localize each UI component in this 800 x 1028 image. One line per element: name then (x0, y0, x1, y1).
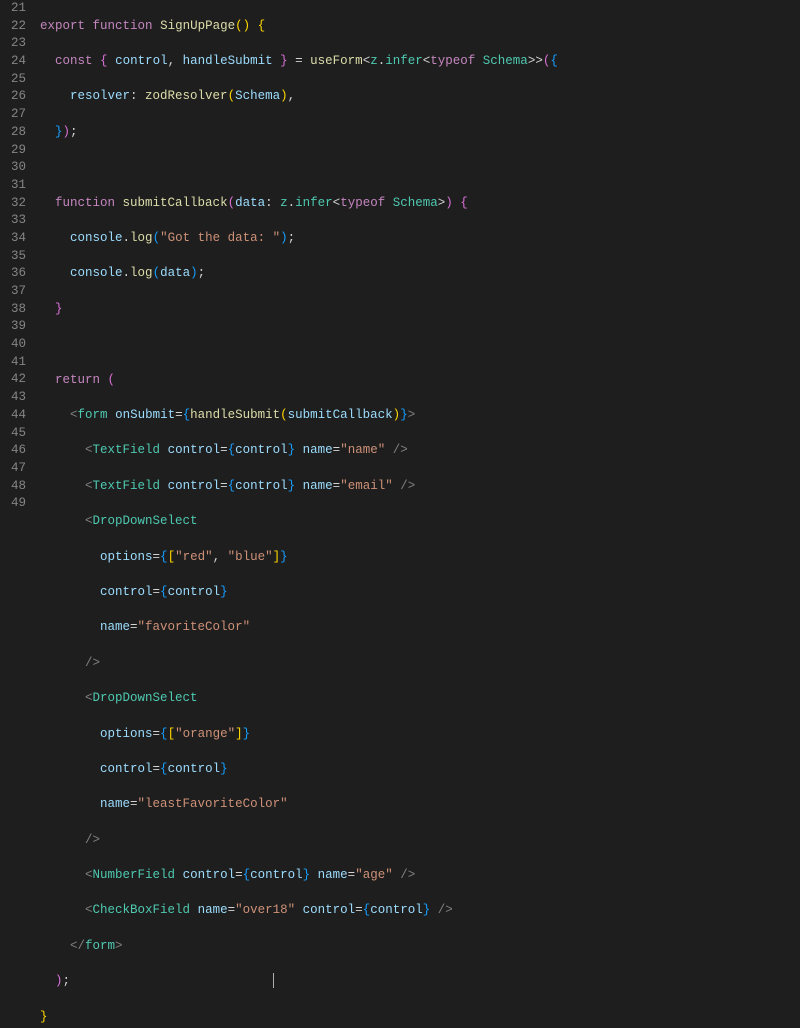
line-number: 41 (0, 354, 26, 372)
code-line[interactable]: resolver: zodResolver(Schema), (40, 88, 800, 106)
code-line[interactable]: </form> (40, 938, 800, 956)
code-line[interactable]: options={["orange"]} (40, 726, 800, 744)
code-line[interactable]: function submitCallback(data: z.infer<ty… (40, 195, 800, 213)
line-number: 39 (0, 318, 26, 336)
code-line[interactable]: console.log("Got the data: "); (40, 230, 800, 248)
code-line[interactable]: options={["red", "blue"]} (40, 549, 800, 567)
code-line[interactable]: } (40, 301, 800, 319)
code-line[interactable]: return ( (40, 372, 800, 390)
code-line[interactable]: control={control} (40, 584, 800, 602)
line-number: 29 (0, 142, 26, 160)
code-line[interactable]: name="leastFavoriteColor" (40, 796, 800, 814)
line-number: 48 (0, 478, 26, 496)
code-line[interactable]: /> (40, 832, 800, 850)
line-number: 34 (0, 230, 26, 248)
line-number: 21 (0, 0, 26, 18)
code-line[interactable]: <DropDownSelect (40, 513, 800, 531)
code-line[interactable]: <form onSubmit={handleSubmit(submitCallb… (40, 407, 800, 425)
line-number: 25 (0, 71, 26, 89)
code-editor[interactable]: 2122232425262728293031323334353637383940… (0, 0, 800, 514)
line-number: 37 (0, 283, 26, 301)
line-number: 35 (0, 248, 26, 266)
code-area[interactable]: export function SignUpPage() { const { c… (40, 0, 800, 514)
line-number: 28 (0, 124, 26, 142)
line-number: 24 (0, 53, 26, 71)
text-cursor-icon (273, 973, 274, 988)
code-line[interactable]: /> (40, 655, 800, 673)
code-line[interactable]: export function SignUpPage() { (40, 18, 800, 36)
code-line[interactable]: <TextField control={control} name="name"… (40, 442, 800, 460)
code-line[interactable]: <CheckBoxField name="over18" control={co… (40, 902, 800, 920)
line-number: 36 (0, 265, 26, 283)
line-number: 31 (0, 177, 26, 195)
code-line[interactable] (40, 336, 800, 354)
line-number: 26 (0, 88, 26, 106)
line-number: 43 (0, 389, 26, 407)
line-number: 47 (0, 460, 26, 478)
code-line[interactable] (40, 159, 800, 177)
code-line[interactable]: } (40, 1009, 800, 1027)
code-line[interactable]: <TextField control={control} name="email… (40, 478, 800, 496)
line-number: 22 (0, 18, 26, 36)
line-number: 42 (0, 371, 26, 389)
line-number: 23 (0, 35, 26, 53)
line-number: 33 (0, 212, 26, 230)
code-line[interactable]: ); (40, 973, 800, 991)
code-line[interactable]: console.log(data); (40, 265, 800, 283)
line-number: 32 (0, 195, 26, 213)
code-line[interactable]: <DropDownSelect (40, 690, 800, 708)
line-number: 27 (0, 106, 26, 124)
line-number-gutter: 2122232425262728293031323334353637383940… (0, 0, 40, 514)
line-number: 49 (0, 495, 26, 513)
line-number: 38 (0, 301, 26, 319)
line-number: 30 (0, 159, 26, 177)
line-number: 45 (0, 425, 26, 443)
code-line[interactable]: }); (40, 124, 800, 142)
code-line[interactable]: control={control} (40, 761, 800, 779)
code-line[interactable]: name="favoriteColor" (40, 619, 800, 637)
line-number: 44 (0, 407, 26, 425)
code-line[interactable]: const { control, handleSubmit } = useFor… (40, 53, 800, 71)
line-number: 40 (0, 336, 26, 354)
code-line[interactable]: <NumberField control={control} name="age… (40, 867, 800, 885)
line-number: 46 (0, 442, 26, 460)
